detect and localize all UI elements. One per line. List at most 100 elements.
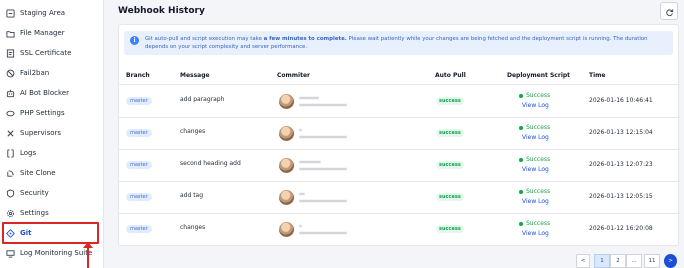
avatar (279, 94, 294, 109)
git-highlight-box (2, 222, 99, 244)
avatar (279, 190, 294, 205)
refresh-icon (665, 2, 674, 21)
webhook-history-card: i Git auto-pull and script execution may… (118, 24, 680, 246)
status-dot (519, 189, 523, 194)
time-cell: 2026-01-12 16:20:08 (589, 225, 653, 232)
sidebar-item-site-clone[interactable]: Site Clone (4, 163, 98, 183)
info-alert: i Git auto-pull and script execution may… (124, 31, 673, 55)
pagination-next[interactable]: > (664, 254, 677, 268)
bot-icon (6, 89, 15, 98)
sidebar-item-label: Security (20, 189, 49, 197)
sidebar-item-ssl-certificate[interactable]: SSL Certificate (4, 43, 98, 63)
commiter-name-redacted (299, 225, 302, 227)
sidebar-item-file-manager[interactable]: File Manager (4, 23, 98, 43)
commiter-email-redacted (299, 136, 347, 138)
main-content: Webhook History i Git auto-pull and scri… (104, 0, 684, 268)
avatar (279, 126, 294, 141)
time-cell: 2026-01-13 12:15:04 (589, 129, 653, 136)
branch-badge: master (126, 161, 152, 169)
table-row: master add paragraph success Success Vie… (119, 86, 680, 118)
header-commiter: Commiter (277, 72, 310, 79)
refresh-button[interactable] (660, 2, 678, 20)
view-log-link[interactable]: View Log (522, 102, 549, 109)
sidebar-item-label: Log Monitoring Suite (20, 249, 93, 257)
sidebar-item-label: Settings (20, 209, 49, 217)
view-log-link[interactable]: View Log (522, 134, 549, 141)
auto-pull-badge: success (436, 225, 464, 233)
commit-message: changes (180, 224, 206, 231)
commiter-name-redacted (299, 129, 302, 131)
view-log-link[interactable]: View Log (522, 198, 549, 205)
status-dot (519, 93, 523, 98)
deploy-status: Success (519, 92, 550, 99)
pagination-page-11[interactable]: 11 (644, 254, 660, 268)
table-row: master second heading add success Succes… (119, 150, 680, 182)
sidebar-item-staging-area[interactable]: Staging Area (4, 3, 98, 23)
header-deployment-script: Deployment Script (507, 72, 571, 79)
view-log-link[interactable]: View Log (522, 166, 549, 173)
commiter-name-redacted (299, 193, 305, 195)
commit-message: changes (180, 128, 206, 135)
commiter-email-redacted (299, 168, 347, 170)
sidebar-item-supervisors[interactable]: Supervisors (4, 123, 98, 143)
sidebar-item-label: AI Bot Blocker (20, 89, 69, 97)
info-text: Git auto-pull and script execution may t… (145, 36, 648, 50)
sidebar-item-label: Fail2ban (20, 69, 50, 77)
header-branch: Branch (126, 72, 150, 79)
status-dot (519, 221, 523, 226)
branch-badge: master (126, 225, 152, 233)
header-auto-pull: Auto Pull (435, 72, 466, 79)
avatar (279, 158, 294, 173)
commit-message: add tag (180, 192, 204, 199)
deploy-status: Success (519, 220, 550, 227)
commiter-name-redacted (299, 161, 321, 163)
auto-pull-badge: success (436, 161, 464, 169)
staging-icon (6, 8, 15, 18)
app-window: Staging Area File Manager SSL Certificat… (0, 0, 684, 268)
supervisor-icon (6, 129, 15, 138)
monitor-icon (6, 249, 15, 258)
deploy-status: Success (519, 124, 550, 131)
table-row: master changes success Success View Log … (119, 214, 680, 246)
sidebar-item-security[interactable]: Security (4, 183, 98, 203)
time-cell: 2026-01-13 12:05:15 (589, 193, 653, 200)
view-log-link[interactable]: View Log (522, 230, 549, 237)
sidebar-item-fail2ban[interactable]: Fail2ban (4, 63, 98, 83)
time-cell: 2026-01-16 10:46:41 (589, 97, 653, 104)
sidebar-item-label: File Manager (20, 29, 65, 37)
shield-icon (6, 188, 15, 198)
pagination-page-2[interactable]: 2 (610, 254, 626, 268)
sidebar-item-php-settings[interactable]: PHP Settings (4, 103, 98, 123)
branch-badge: master (126, 97, 152, 105)
pagination-page-1[interactable]: 1 (594, 254, 610, 268)
sidebar-item-label: Logs (20, 149, 37, 157)
sidebar-item-settings[interactable]: Settings (4, 203, 98, 223)
clone-icon (6, 169, 15, 178)
commiter-email-redacted (299, 200, 347, 202)
certificate-icon (6, 48, 15, 58)
folder-icon (6, 29, 15, 38)
deploy-status: Success (519, 156, 550, 163)
table-row: master add tag success Success View Log … (119, 182, 680, 214)
table-header: Branch Message Commiter Auto Pull Deploy… (119, 67, 680, 85)
table-row: master changes success Success View Log … (119, 118, 680, 150)
deploy-status: Success (519, 188, 550, 195)
status-dot (519, 125, 523, 130)
sidebar-item-label: Staging Area (20, 9, 66, 17)
ban-icon (6, 69, 15, 78)
auto-pull-badge: success (436, 129, 464, 137)
sidebar-item-logs[interactable]: Logs (4, 143, 98, 163)
sidebar-item-label: Supervisors (20, 129, 62, 137)
gear-icon (6, 209, 15, 218)
pagination-prev[interactable]: < (576, 254, 590, 268)
header-time: Time (589, 72, 606, 79)
header-message: Message (180, 72, 210, 79)
avatar (279, 222, 294, 237)
sidebar-item-label: Site Clone (20, 169, 56, 177)
logs-icon (6, 148, 15, 158)
annotation-arrow (87, 244, 89, 268)
sidebar-item-ai-bot-blocker[interactable]: AI Bot Blocker (4, 83, 98, 103)
time-cell: 2026-01-13 12:07:23 (589, 161, 653, 168)
php-icon (6, 109, 15, 118)
commiter-name-redacted (299, 97, 319, 99)
